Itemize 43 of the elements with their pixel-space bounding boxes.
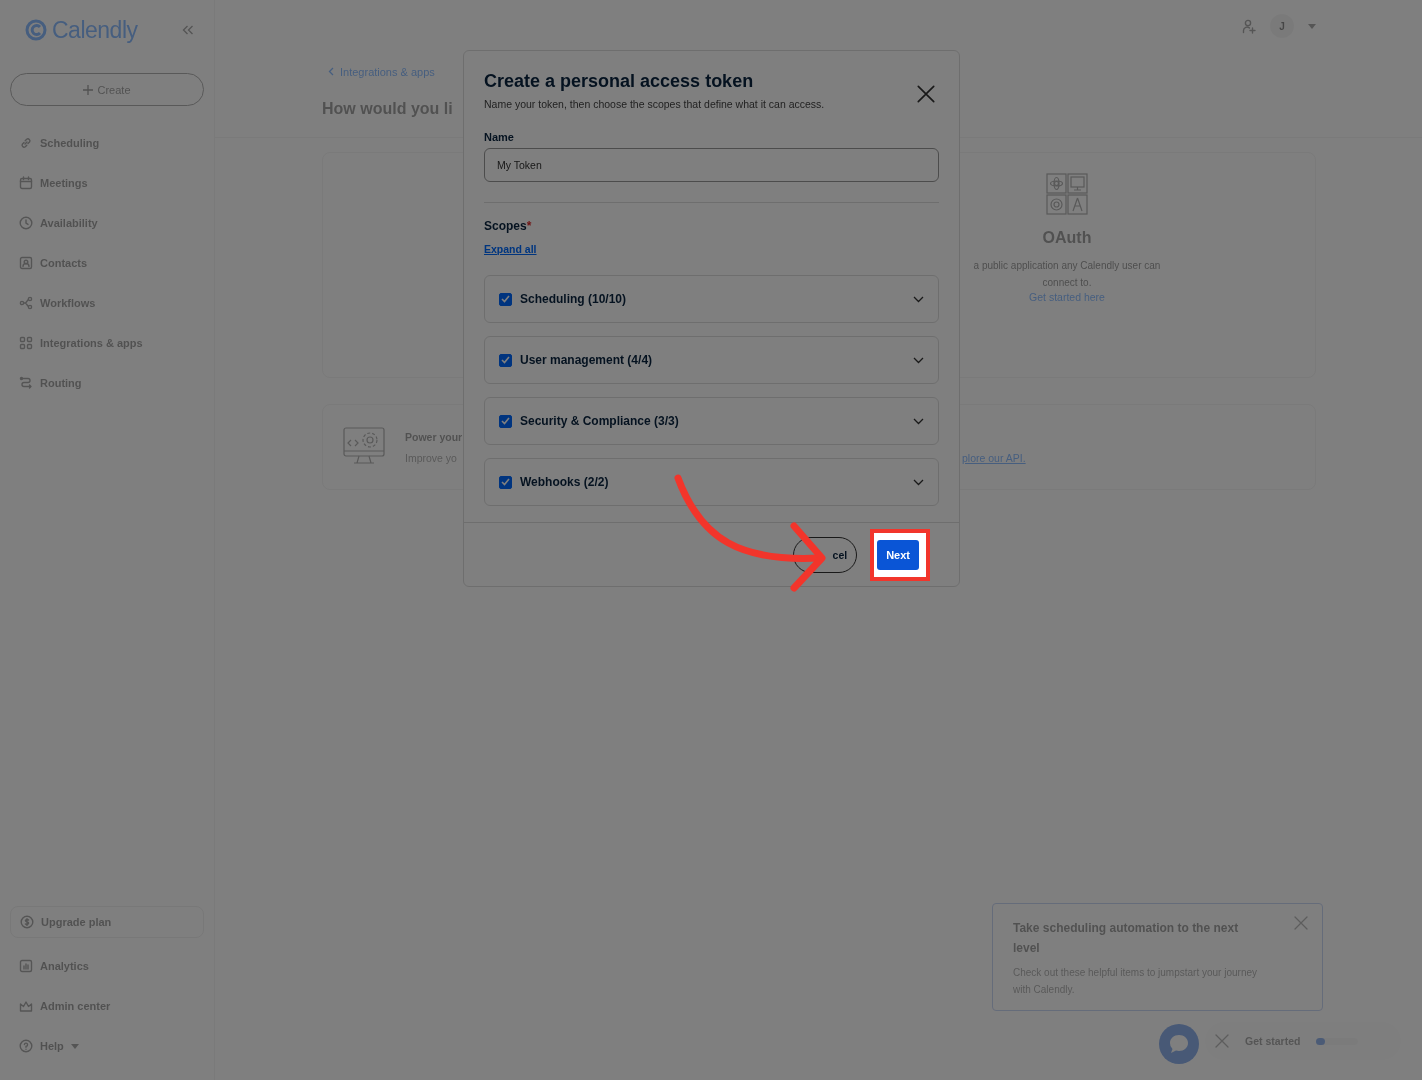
api-link[interactable]: plore our API. bbox=[962, 451, 1026, 464]
expand-all-link[interactable]: Expand all bbox=[484, 243, 537, 255]
monitor-gear-icon bbox=[343, 427, 385, 467]
next-button[interactable]: Next bbox=[877, 539, 919, 570]
contact-icon bbox=[19, 256, 33, 270]
chat-button[interactable] bbox=[1159, 1024, 1199, 1064]
crown-icon bbox=[19, 999, 33, 1013]
highlight-frame bbox=[870, 529, 930, 581]
dollar-icon bbox=[20, 915, 34, 929]
dialog-title: Create a personal access token bbox=[484, 71, 755, 92]
route-icon bbox=[19, 376, 33, 390]
back-link[interactable]: Integrations & apps bbox=[328, 65, 435, 78]
close-icon bbox=[1294, 916, 1308, 930]
name-field[interactable]: My Token bbox=[484, 148, 939, 182]
checkbox[interactable] bbox=[499, 475, 512, 489]
calendar-icon bbox=[19, 176, 33, 190]
scopes-label: Scopes* bbox=[484, 219, 533, 233]
close-icon bbox=[1215, 1034, 1229, 1048]
chart-icon bbox=[19, 959, 33, 973]
help-icon bbox=[19, 1039, 33, 1053]
scope-row[interactable]: Scheduling (10/10) bbox=[484, 275, 939, 323]
close-button[interactable] bbox=[917, 85, 935, 103]
workflow-icon bbox=[19, 296, 33, 310]
scope-row[interactable]: User management (4/4) bbox=[484, 336, 939, 384]
clock-icon bbox=[19, 216, 33, 230]
checkbox[interactable] bbox=[499, 292, 512, 306]
plus-icon bbox=[83, 84, 94, 95]
add-user-icon[interactable] bbox=[1242, 19, 1256, 34]
field-label: Name bbox=[484, 131, 515, 143]
chevron-left-icon bbox=[328, 67, 334, 76]
link-icon bbox=[19, 136, 33, 150]
close-icon bbox=[917, 85, 935, 103]
checkbox[interactable] bbox=[499, 353, 512, 367]
caret-icon[interactable] bbox=[1308, 24, 1316, 29]
collapse-icon[interactable] bbox=[182, 25, 194, 35]
chat-bubble-icon bbox=[1168, 1033, 1190, 1055]
apps-grid-icon bbox=[1046, 173, 1088, 215]
caret-icon bbox=[70, 1043, 79, 1049]
dialog-subtitle: Name your token, then choose the scopes that define what it can access. bbox=[484, 98, 826, 110]
checkbox[interactable] bbox=[499, 414, 512, 428]
get-started-link[interactable]: Get started here bbox=[1029, 291, 1105, 303]
grid-icon bbox=[19, 336, 33, 350]
calendly-logo[interactable]: Calendly bbox=[24, 16, 138, 44]
